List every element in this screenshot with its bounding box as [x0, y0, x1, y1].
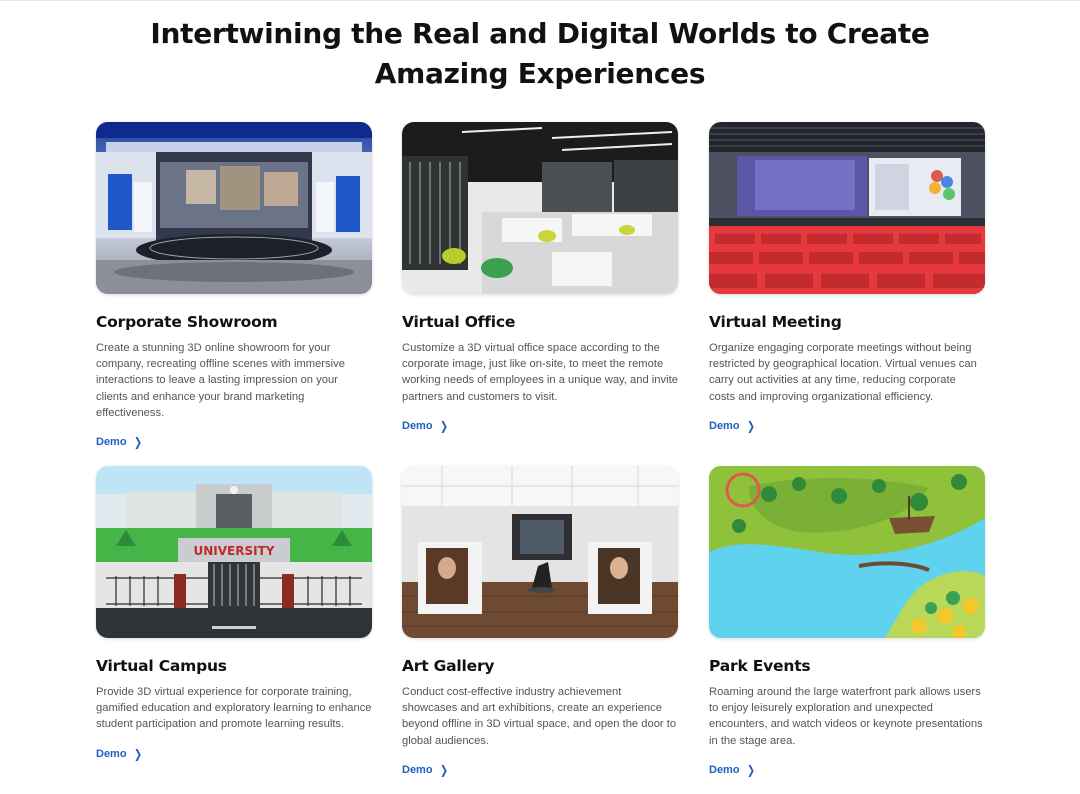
demo-link[interactable]: Demo ❯ [709, 419, 756, 433]
card-park-events: Park Events Roaming around the large wat… [709, 466, 985, 778]
chevron-right-icon: ❯ [133, 746, 142, 761]
card-description: Organize engaging corporate meetings wit… [709, 342, 977, 403]
meeting-illustration [709, 122, 985, 294]
chevron-right-icon: ❯ [439, 762, 448, 777]
card-art-gallery: Art Gallery Conduct cost-effective indus… [402, 466, 678, 778]
demo-link[interactable]: Demo ❯ [96, 747, 143, 761]
page-headline: Intertwining the Real and Digital Worlds… [150, 17, 930, 90]
card-description: Customize a 3D virtual office space acco… [402, 342, 678, 403]
card-title: Virtual Meeting [709, 313, 842, 331]
card-description: Create a stunning 3D online showroom for… [96, 342, 345, 419]
card-description: Provide 3D virtual experience for corpor… [96, 686, 372, 731]
card-title: Virtual Campus [96, 657, 227, 675]
demo-label: Demo [96, 436, 127, 449]
chevron-right-icon: ❯ [133, 435, 142, 450]
top-divider [0, 0, 1080, 1]
office-illustration [402, 122, 678, 294]
virtual-meeting-image[interactable] [709, 122, 985, 294]
card-description: Roaming around the large waterfront park… [709, 686, 983, 747]
park-events-image[interactable] [709, 466, 985, 638]
demo-link[interactable]: Demo ❯ [402, 419, 449, 433]
demo-label: Demo [402, 419, 433, 432]
card-title: Art Gallery [402, 657, 495, 675]
demo-link[interactable]: Demo ❯ [96, 435, 143, 449]
card-title: Corporate Showroom [96, 313, 278, 331]
virtual-campus-image[interactable]: UNIVERSITY [96, 466, 372, 638]
demo-label: Demo [709, 419, 740, 432]
chevron-right-icon: ❯ [439, 418, 448, 433]
gallery-illustration [402, 466, 678, 638]
demo-label: Demo [96, 747, 127, 760]
campus-sign-text: UNIVERSITY [194, 544, 275, 558]
demo-label: Demo [709, 763, 740, 776]
art-gallery-image[interactable] [402, 466, 678, 638]
virtual-office-image[interactable] [402, 122, 678, 294]
demo-link[interactable]: Demo ❯ [709, 763, 756, 777]
campus-illustration: UNIVERSITY [96, 466, 372, 638]
demo-label: Demo [402, 763, 433, 776]
park-illustration [709, 466, 985, 638]
card-virtual-meeting: Virtual Meeting Organize engaging corpor… [709, 122, 985, 434]
demo-link[interactable]: Demo ❯ [402, 763, 449, 777]
card-title: Park Events [709, 657, 811, 675]
chevron-right-icon: ❯ [746, 762, 755, 777]
card-virtual-office: Virtual Office Customize a 3D virtual of… [402, 122, 678, 434]
card-description: Conduct cost-effective industry achievem… [402, 686, 677, 747]
card-corporate-showroom: Corporate Showroom Create a stunning 3D … [96, 122, 372, 450]
showroom-illustration [96, 122, 372, 294]
corporate-showroom-image[interactable] [96, 122, 372, 294]
card-virtual-campus: UNIVERSITY Virtual Campus Provide 3D vir… [96, 466, 372, 762]
card-title: Virtual Office [402, 313, 516, 331]
chevron-right-icon: ❯ [746, 418, 755, 433]
